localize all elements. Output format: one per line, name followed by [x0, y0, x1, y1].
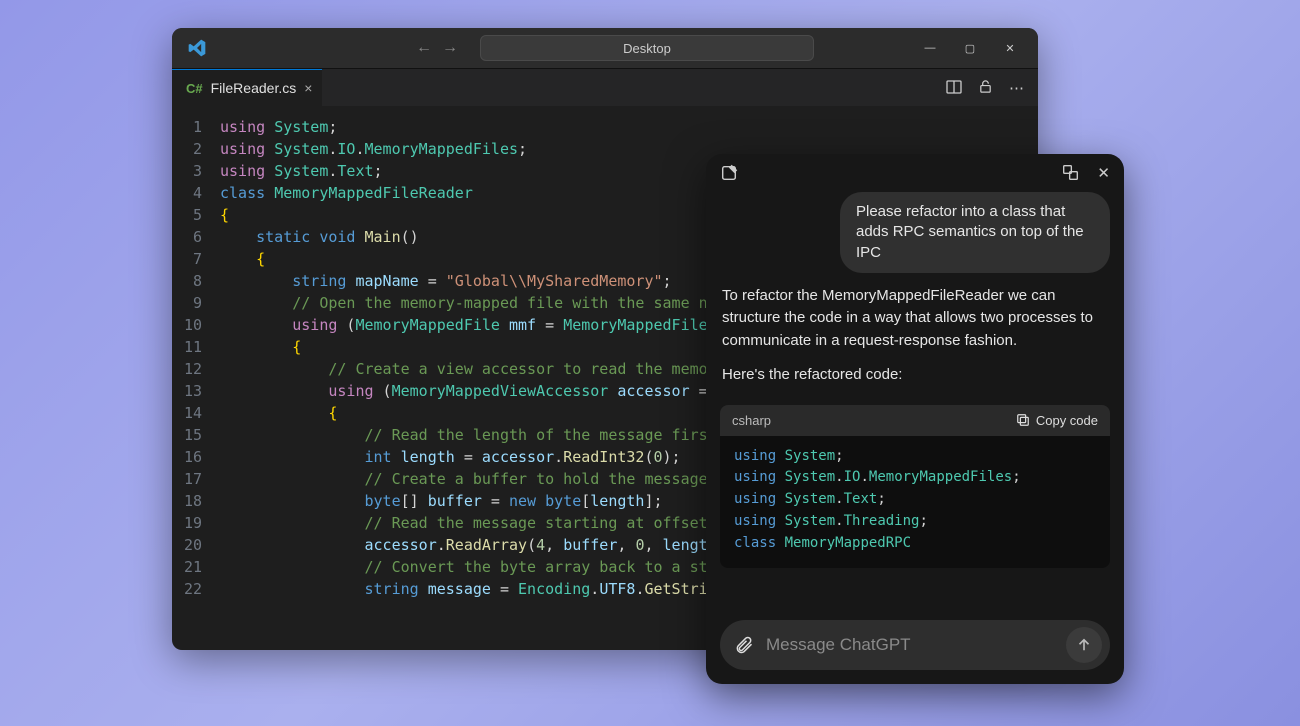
split-editor-icon[interactable] [946, 79, 962, 97]
assistant-response: To refactor the MemoryMappedFileReader w… [706, 285, 1124, 399]
copy-code-button[interactable]: Copy code [1016, 413, 1098, 428]
code-block-content[interactable]: using System;using System.IO.MemoryMappe… [720, 436, 1110, 568]
more-actions-icon[interactable]: ⋯ [1009, 79, 1024, 97]
chat-close-icon[interactable]: ✕ [1097, 164, 1110, 182]
assistant-paragraph: Here's the refactored code: [722, 364, 1108, 387]
tab-close-icon[interactable]: × [304, 80, 312, 96]
nav-arrows: ← → [416, 39, 458, 57]
tab-label: FileReader.cs [211, 80, 297, 96]
tab-filereader[interactable]: C# FileReader.cs × [172, 69, 322, 106]
nav-forward-icon[interactable]: → [442, 39, 458, 57]
line-number-gutter: 12345678910111213141516171819202122 [172, 116, 220, 650]
nav-back-icon[interactable]: ← [416, 39, 432, 57]
attach-icon[interactable] [734, 635, 754, 655]
new-chat-icon[interactable] [720, 164, 738, 182]
command-center-label: Desktop [623, 41, 671, 56]
chat-input-bar [720, 620, 1110, 670]
tab-bar: C# FileReader.cs × ⋯ [172, 68, 1038, 106]
editor-actions: ⋯ [946, 79, 1038, 97]
maximize-icon[interactable]: ▢ [962, 42, 978, 55]
chat-input[interactable] [766, 635, 1054, 655]
user-message-bubble: Please refactor into a class that adds R… [840, 192, 1110, 273]
window-controls: — ▢ ✕ [922, 42, 1032, 55]
code-block-header: csharp Copy code [720, 405, 1110, 436]
titlebar: ← → Desktop — ▢ ✕ [172, 28, 1038, 68]
csharp-file-icon: C# [186, 81, 203, 96]
user-message-text: Please refactor into a class that adds R… [856, 203, 1084, 261]
vscode-logo-icon [186, 37, 208, 59]
send-button[interactable] [1066, 627, 1102, 663]
close-icon[interactable]: ✕ [1002, 42, 1018, 55]
code-block: csharp Copy code using System;using Syst… [720, 405, 1110, 568]
copy-code-label: Copy code [1036, 413, 1098, 428]
dock-icon[interactable] [1062, 164, 1079, 182]
lock-icon[interactable] [978, 79, 993, 97]
assistant-paragraph: To refactor the MemoryMappedFileReader w… [722, 285, 1108, 353]
command-center[interactable]: Desktop [480, 35, 814, 61]
code-lang-label: csharp [732, 413, 771, 428]
chatgpt-panel: ✕ Please refactor into a class that adds… [706, 154, 1124, 684]
chat-toolbar: ✕ [706, 154, 1124, 188]
minimize-icon[interactable]: — [922, 42, 938, 55]
